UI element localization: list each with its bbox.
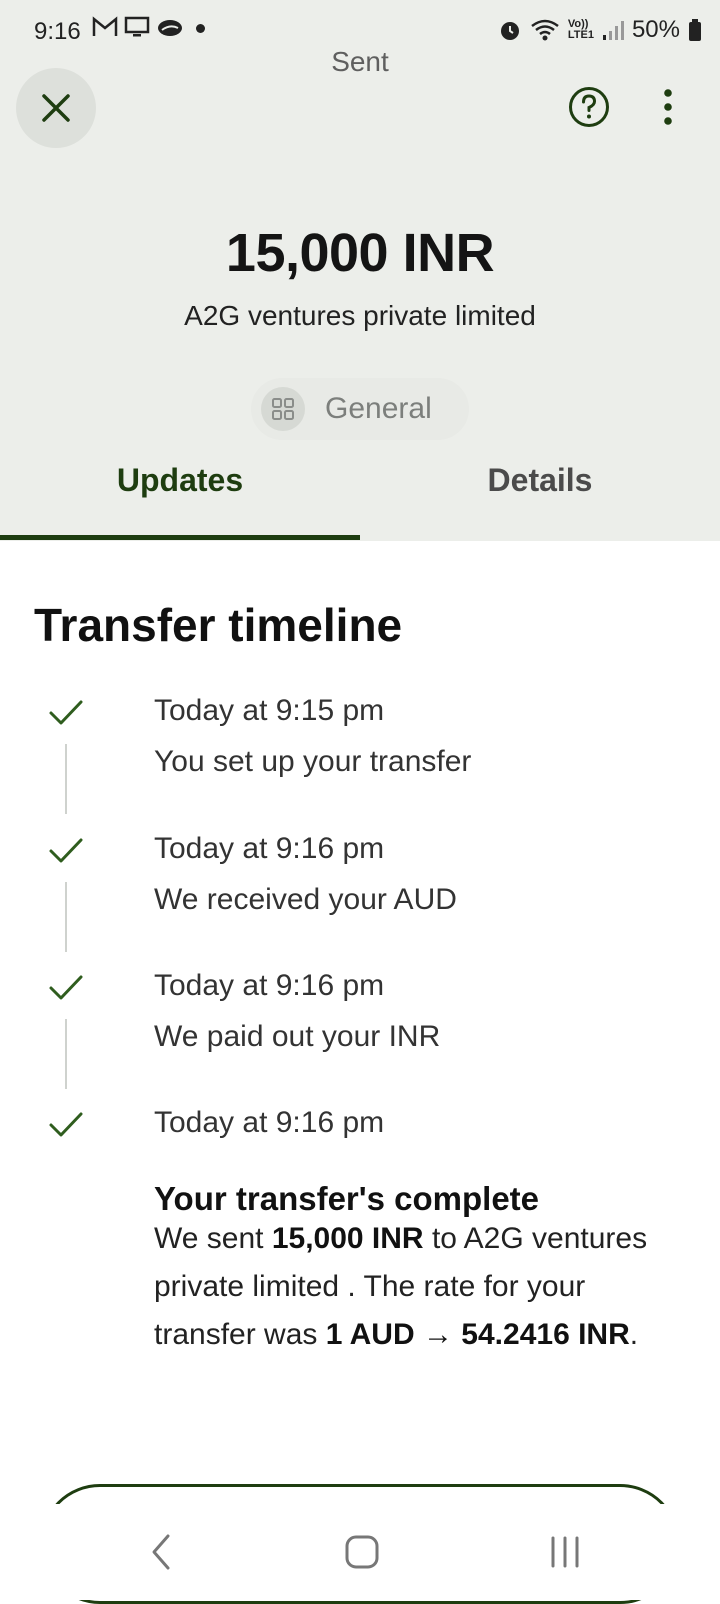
help-button[interactable] [568, 86, 610, 128]
gmail-icon [92, 16, 118, 36]
timeline-title: Transfer timeline [34, 599, 403, 651]
signal-icon [602, 21, 624, 40]
battery-level: 50% [631, 16, 680, 43]
category-chip[interactable]: General [251, 378, 469, 440]
desc-text: We sent [154, 1222, 272, 1255]
transfer-amount: 15,000 INR [225, 223, 495, 283]
check-icon [49, 975, 83, 1000]
status-time: 9:16 [34, 18, 81, 45]
more-options-button[interactable] [656, 86, 680, 128]
event-time: Today at 9:16 pm [154, 832, 385, 865]
event-text: You set up your transfer [154, 745, 472, 778]
cloud-icon [158, 20, 182, 36]
wifi-icon [531, 19, 559, 41]
recent-apps-icon[interactable] [548, 1535, 582, 1569]
event-time: Today at 9:15 pm [154, 694, 385, 727]
desc-text: . [629, 1318, 639, 1351]
page-title: Sent [331, 46, 389, 77]
monitor-icon [124, 16, 150, 37]
event-description: We sent 15,000 INR to A2G ventures priva… [154, 1215, 694, 1359]
lte-label: LTE1 [567, 29, 594, 41]
event-time: Today at 9:16 pm [154, 1106, 385, 1139]
alarm-icon [500, 22, 519, 40]
event-text: We received your AUD [154, 883, 457, 916]
event-time: Today at 9:16 pm [154, 969, 385, 1002]
tab-updates[interactable]: Updates [0, 462, 360, 499]
more-vert-icon [664, 89, 672, 125]
check-icon [49, 838, 83, 863]
home-icon[interactable] [345, 1535, 379, 1569]
check-icon [49, 1112, 83, 1137]
desc-rate: 1 AUD → 54.2416 INR [325, 1318, 630, 1351]
timeline-connector [65, 744, 67, 814]
recipient-name: A2G ventures private limited [184, 300, 536, 331]
timeline-connector [65, 1019, 67, 1089]
battery-icon [689, 19, 701, 41]
desc-amount: 15,000 INR [271, 1222, 424, 1255]
check-icon [49, 700, 83, 725]
category-label: General [325, 392, 432, 425]
event-heading: Your transfer's complete [154, 1180, 540, 1217]
close-icon [42, 94, 70, 122]
back-icon[interactable] [146, 1532, 176, 1572]
active-tab-indicator [0, 535, 360, 540]
event-text: We paid out your INR [154, 1020, 441, 1053]
notification-dot [196, 24, 205, 33]
grid-icon [261, 387, 305, 431]
close-button[interactable] [16, 68, 96, 148]
tab-details[interactable]: Details [360, 462, 720, 499]
volte-icon: Vo)) LTE1 [568, 19, 594, 41]
help-icon [569, 87, 609, 127]
timeline-connector [65, 882, 67, 952]
